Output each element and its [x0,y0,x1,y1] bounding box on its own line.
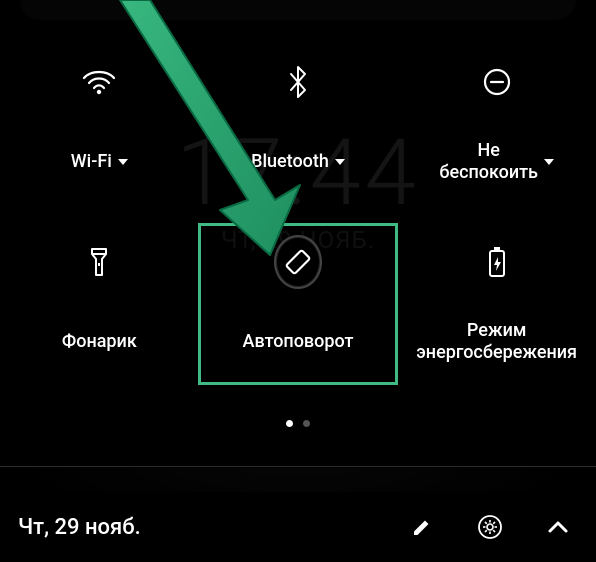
wifi-icon [75,58,123,106]
tile-flashlight[interactable]: Фонарик [0,224,199,384]
collapse-icon[interactable] [544,513,572,541]
chevron-down-icon[interactable] [544,159,554,165]
bluetooth-icon [274,58,322,106]
tile-battery-saver[interactable]: Режим энергосбережения [397,224,596,384]
chevron-down-icon[interactable] [335,159,345,165]
battery-saver-icon [473,238,521,286]
footer-actions [408,513,572,541]
do-not-disturb-icon [473,58,521,106]
pager-dot-2[interactable] [303,420,310,427]
flashlight-icon [75,238,123,286]
tile-bluetooth-label: Bluetooth [251,151,329,173]
autorotate-icon [283,247,313,277]
pager-dots[interactable] [0,420,596,427]
tile-bluetooth[interactable]: Bluetooth [199,44,398,204]
tile-battery-saver-label: Режим энергосбережения [416,320,577,363]
tile-dnd[interactable]: Не беспокоить [397,44,596,204]
tile-autorotate[interactable]: Автоповорот [199,224,398,384]
tile-wifi[interactable]: Wi-Fi [0,44,199,204]
tile-autorotate-label: Автоповорот [243,331,354,353]
autorotate-toggle[interactable] [274,235,322,289]
panel-footer: Чт, 29 нояб. [0,492,596,562]
panel-divider [0,466,596,467]
edit-icon[interactable] [408,513,436,541]
chevron-down-icon[interactable] [118,159,128,165]
search-bar-remnant [20,0,576,20]
quick-settings-grid: Wi-Fi Bluetooth Не беспокоить [0,44,596,384]
settings-icon[interactable] [476,513,504,541]
tile-dnd-label: Не беспокоить [439,140,538,183]
tile-wifi-label: Wi-Fi [71,151,112,173]
tile-flashlight-label: Фонарик [62,331,137,353]
pager-dot-1[interactable] [286,420,293,427]
footer-date[interactable]: Чт, 29 нояб. [18,515,408,540]
